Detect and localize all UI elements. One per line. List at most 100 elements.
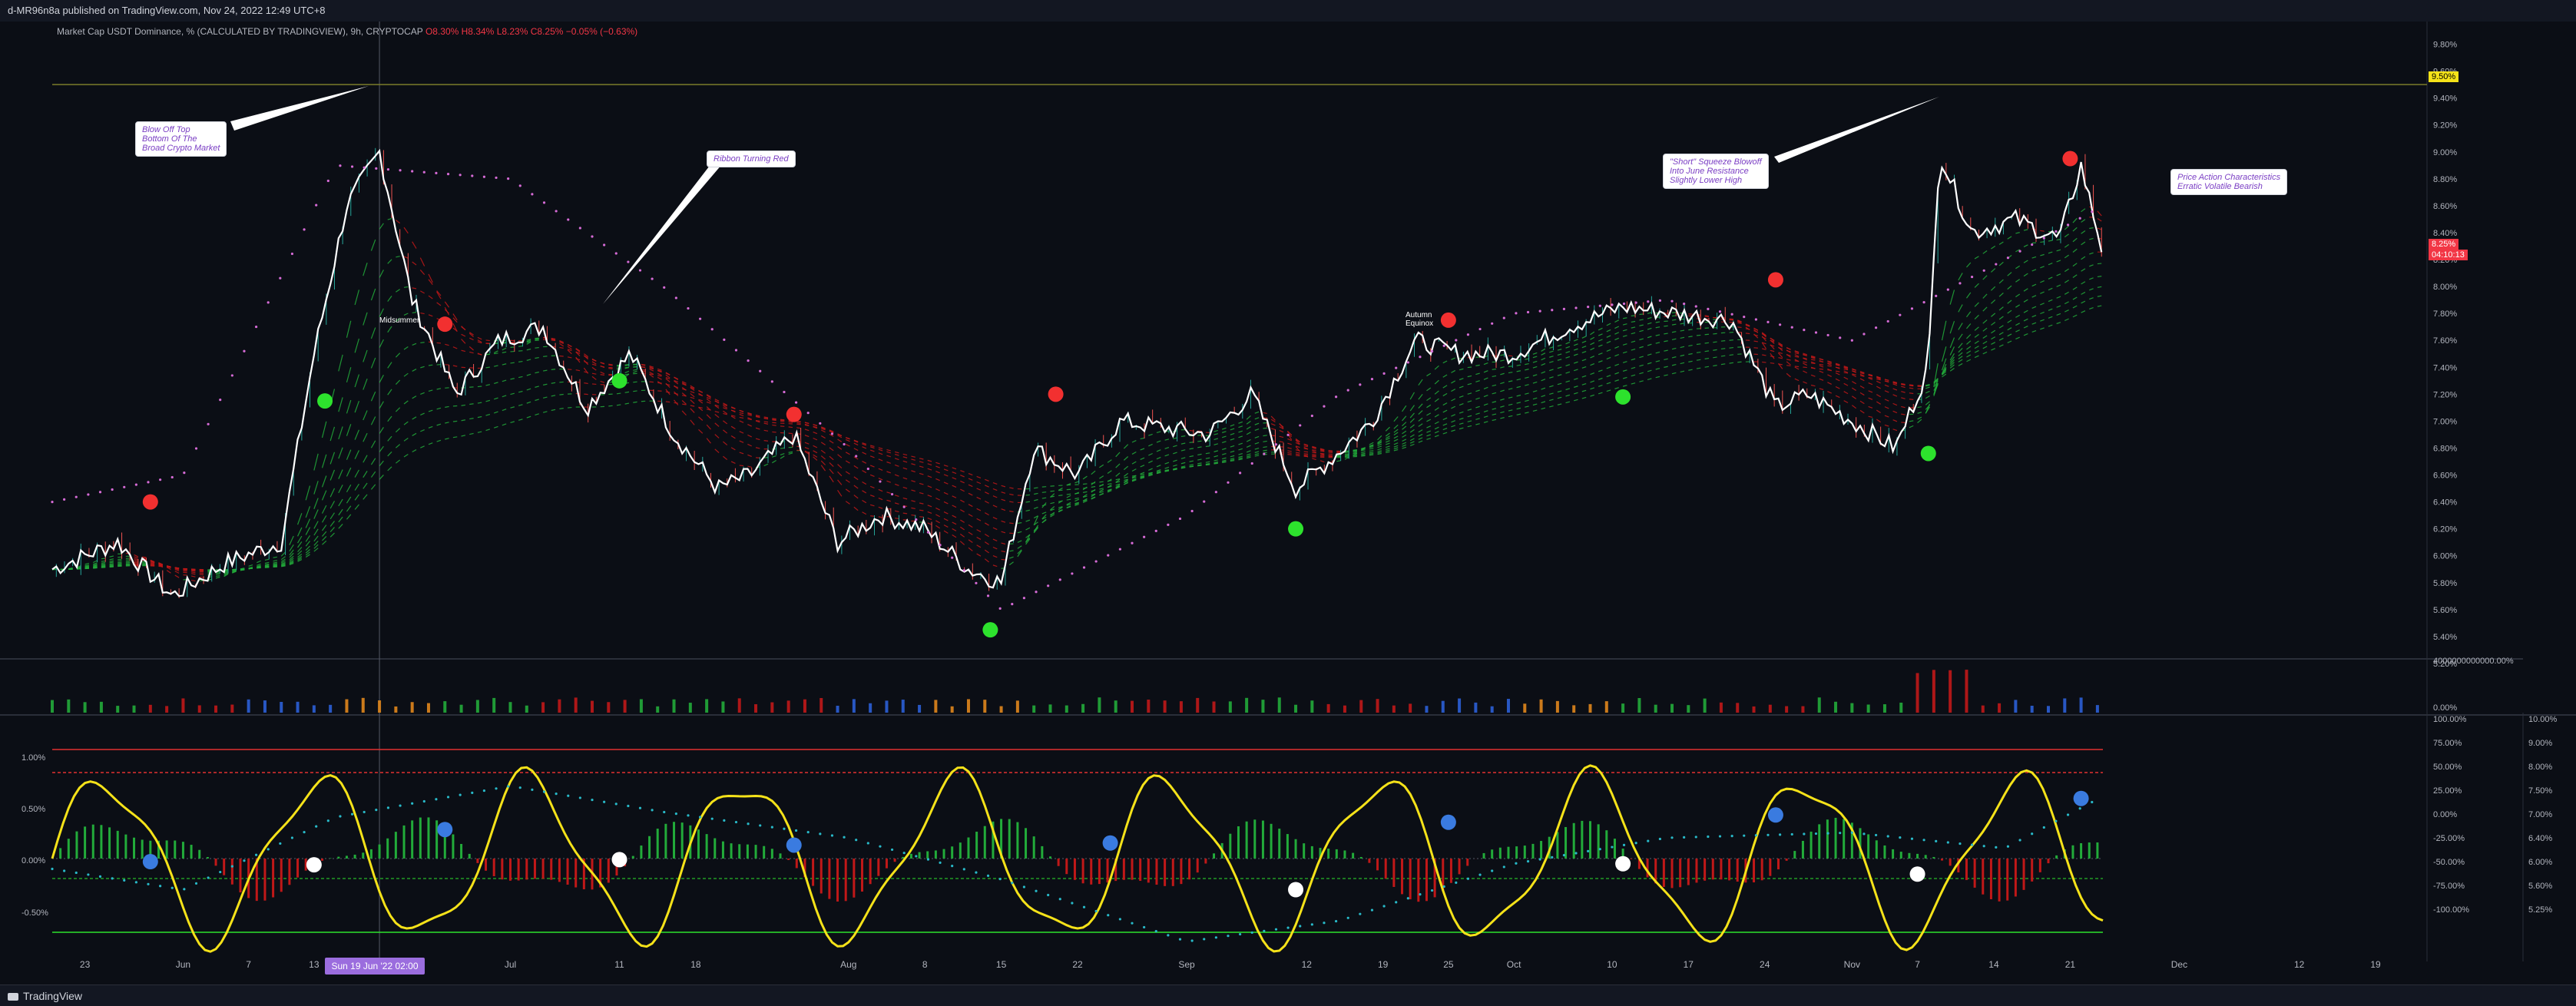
osc-histogram-bar (1466, 859, 1468, 865)
osc-right-tick: 9.00% (2528, 739, 2552, 748)
osc-histogram-bar (231, 859, 233, 885)
ribbon-segment (846, 461, 849, 463)
osc-histogram-bar (550, 859, 552, 880)
osc-histogram-bar (2015, 859, 2017, 896)
ribbon-segment (1197, 463, 1201, 464)
ribbon-segment (1844, 392, 1848, 394)
ribbon-segment (1869, 398, 1872, 399)
ribbon-segment (1451, 425, 1455, 427)
ribbon-segment (944, 512, 948, 515)
ribbon-segment (1901, 406, 1905, 407)
ribbon-segment (1705, 351, 1709, 352)
slow-oscillator-point (759, 824, 761, 826)
osc-mid-tick: 50.00% (2433, 763, 2462, 772)
ribbon-segment (1664, 375, 1667, 376)
osc-histogram-bar (100, 825, 102, 859)
ribbon-segment (1639, 325, 1643, 326)
footer-bar: TradingView (0, 984, 2576, 1006)
ribbon-segment (527, 359, 531, 360)
ribbon-segment (805, 435, 809, 437)
dotted-ma-point (1155, 530, 1157, 532)
slow-oscillator-point (1887, 835, 1889, 837)
annotation-short-squeeze[interactable]: "Short" Squeeze Blowoff Into June Resist… (1663, 154, 1769, 189)
ribbon-segment (1419, 394, 1422, 399)
volume-tick-label: 4000000000000.00% (2433, 657, 2514, 666)
ribbon-segment (462, 350, 465, 351)
volume-bar (1442, 701, 1445, 713)
ribbon-segment (478, 337, 482, 339)
ribbon-segment (584, 383, 588, 384)
ribbon-segment (494, 351, 498, 353)
ribbon-segment (1591, 332, 1594, 335)
ribbon-segment (339, 509, 343, 515)
osc-histogram-bar (469, 854, 471, 859)
ribbon-segment (298, 528, 302, 536)
ribbon-segment (379, 309, 383, 317)
ribbon-segment (363, 379, 367, 389)
ribbon-segment (968, 474, 972, 475)
ribbon-segment (1631, 383, 1635, 384)
dotted-ma-point (1119, 548, 1121, 551)
buy-signal-marker (612, 373, 627, 389)
annotation-blow-off-top[interactable]: Blow Off Top Bottom Of The Broad Crypto … (135, 121, 227, 157)
ribbon-segment (306, 506, 310, 518)
ribbon-segment (420, 413, 424, 415)
dotted-ma-point (1467, 333, 1469, 336)
ribbon-segment (895, 503, 899, 505)
ribbon-segment (780, 456, 784, 458)
chart-canvas[interactable]: 9.80%9.60%9.40%9.20%9.00%8.80%8.60%8.40%… (0, 22, 2576, 984)
ribbon-segment (167, 567, 171, 568)
ribbon-segment (1876, 419, 1880, 422)
volume-bar (1556, 701, 1559, 713)
slow-oscillator-point (1635, 842, 1637, 844)
ribbon-segment (1116, 473, 1120, 477)
ribbon-segment (412, 262, 416, 265)
ribbon-segment (371, 458, 375, 465)
ribbon-segment (863, 471, 866, 473)
ribbon-segment (879, 489, 882, 491)
ribbon-segment (379, 375, 383, 382)
ribbon-segment (854, 507, 858, 510)
ribbon-segment (1419, 418, 1422, 421)
dotted-ma-point (675, 296, 677, 299)
ribbon-segment (330, 470, 334, 481)
ribbon-segment (412, 343, 416, 345)
slow-oscillator-point (111, 877, 114, 879)
ribbon-segment (952, 468, 956, 469)
ribbon-segment (2015, 315, 2019, 317)
slow-oscillator-point (1359, 913, 1361, 915)
ribbon-segment (1598, 361, 1602, 362)
osc-histogram-bar (84, 826, 86, 859)
ribbon-segment (1394, 436, 1398, 438)
dotted-ma-point (1862, 333, 1865, 335)
ribbon-segment (1451, 389, 1455, 392)
time-tick-label: 10 (1607, 959, 1617, 970)
osc-histogram-bar (632, 856, 634, 859)
ribbon-segment (2008, 341, 2011, 343)
ribbon-segment (879, 517, 882, 518)
ribbon-segment (469, 338, 473, 339)
volume-bar (1065, 706, 1068, 713)
slow-oscillator-point (207, 876, 209, 879)
ribbon-segment (1214, 434, 1218, 435)
tradingview-logo[interactable]: TradingView (8, 990, 82, 1002)
annotation-ribbon-turning-red[interactable]: Ribbon Turning Red (707, 151, 796, 167)
ribbon-segment (1819, 366, 1823, 367)
osc-histogram-bar (1131, 859, 1134, 880)
ribbon-segment (863, 481, 866, 484)
osc-histogram-bar (1376, 859, 1379, 870)
ribbon-segment (1435, 422, 1439, 424)
ribbon-segment (1443, 375, 1447, 377)
ribbon-segment (928, 464, 932, 465)
osc-histogram-bar (763, 846, 765, 859)
ribbon-segment (838, 446, 842, 449)
ribbon-segment (911, 464, 915, 465)
sell-signal-marker (1048, 386, 1064, 402)
ribbon-segment (355, 375, 359, 388)
annotation-price-action[interactable]: Price Action Characteristics Erratic Vol… (2170, 169, 2287, 195)
slow-oscillator-point (783, 828, 785, 830)
time-tick-label: 12 (2294, 959, 2305, 970)
osc-mid-tick: -100.00% (2433, 905, 2469, 915)
ribbon-segment (1271, 429, 1275, 430)
ribbon-segment (469, 346, 473, 350)
